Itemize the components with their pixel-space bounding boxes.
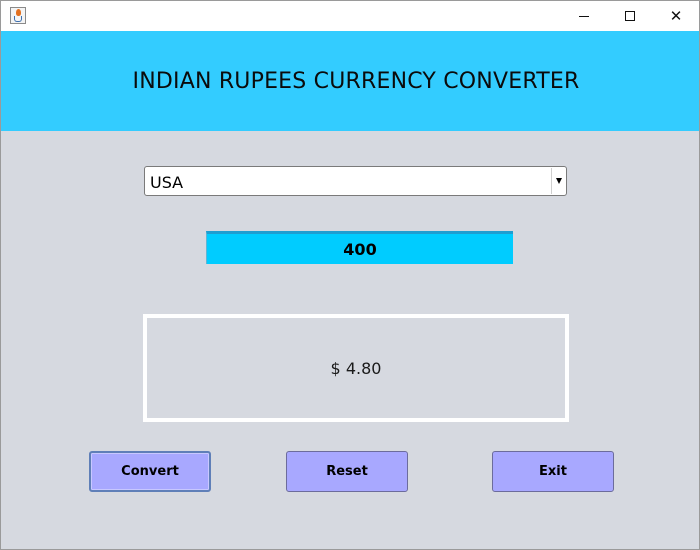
minimize-icon	[579, 15, 589, 17]
converted-amount: $ 4.80	[330, 358, 382, 378]
page-title: INDIAN RUPEES CURRENCY CONVERTER	[132, 68, 580, 94]
country-selected-value: USA	[150, 173, 184, 192]
title-bar[interactable]: ✕	[1, 1, 699, 31]
maximize-icon	[625, 11, 635, 21]
dropdown-arrow-button[interactable]	[551, 168, 565, 194]
amount-value: 400	[343, 239, 377, 259]
amount-input[interactable]: 400	[206, 231, 513, 264]
convert-button[interactable]: Convert	[89, 451, 211, 492]
close-button[interactable]: ✕	[653, 1, 699, 31]
maximize-button[interactable]	[607, 1, 653, 31]
close-icon: ✕	[669, 6, 683, 25]
exit-button[interactable]: Exit	[492, 451, 614, 492]
result-display: $ 4.80	[143, 314, 569, 422]
chevron-down-icon	[555, 178, 562, 184]
header-banner: INDIAN RUPEES CURRENCY CONVERTER	[1, 31, 699, 131]
app-window: ✕ INDIAN RUPEES CURRENCY CONVERTER USA 4…	[0, 0, 700, 550]
minimize-button[interactable]	[561, 1, 607, 31]
reset-button[interactable]: Reset	[286, 451, 408, 492]
country-dropdown[interactable]: USA	[144, 166, 567, 196]
java-app-icon	[10, 7, 26, 24]
